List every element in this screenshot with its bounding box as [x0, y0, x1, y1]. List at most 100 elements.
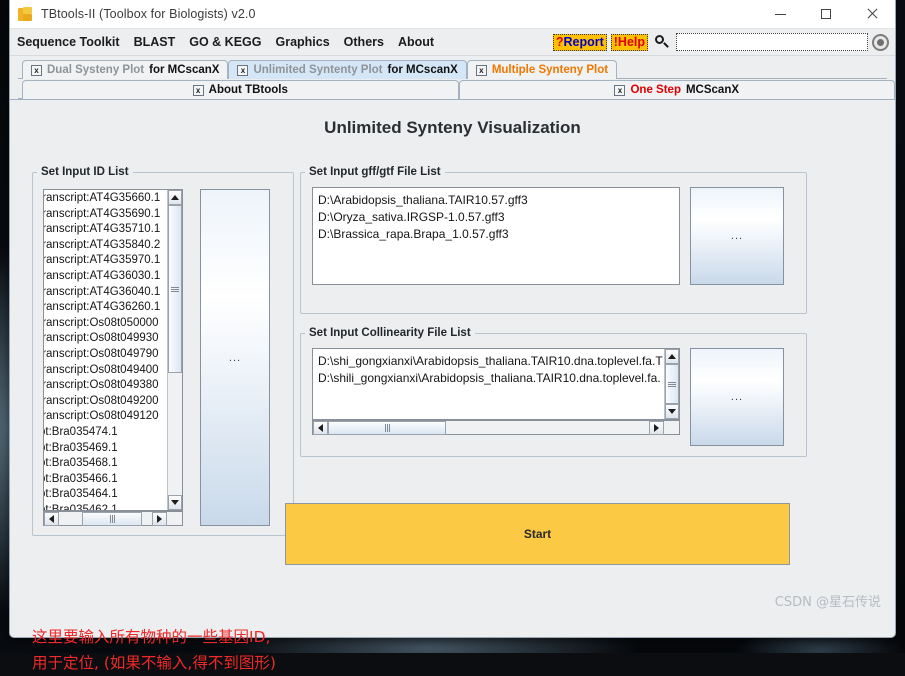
tab-label-suffix: for MCscanX	[388, 64, 458, 76]
report-button[interactable]: ?Report	[553, 34, 607, 51]
tbtools-logo-icon	[18, 7, 33, 22]
search-icon[interactable]	[654, 34, 670, 50]
tab-row-primary: x Dual Systeny Plot for MCscanX x Unlimi…	[10, 59, 895, 79]
id-list-box[interactable]: transcript:AT4G35660.1 transcript:AT4G35…	[43, 189, 183, 511]
list-item[interactable]: transcript:AT4G35690.1	[43, 207, 182, 223]
tab-label-primary: One Step	[630, 84, 680, 96]
menu-item-go-kegg[interactable]: GO & KEGG	[182, 29, 268, 55]
scrollbar-thumb[interactable]	[82, 512, 142, 526]
scroll-up-arrow-icon[interactable]	[168, 190, 182, 205]
menu-item-others[interactable]: Others	[337, 29, 391, 55]
help-label: !Help	[614, 35, 645, 49]
group-legend-gff-list: Set Input gff/gtf File List	[305, 166, 445, 178]
tab-unlimited-synteny-plot[interactable]: x Unlimited Syntenty Plot for MCscanX	[228, 60, 466, 79]
scroll-left-arrow-icon[interactable]	[313, 421, 328, 435]
list-item[interactable]: transcript:AT4G36040.1	[43, 285, 182, 301]
watermark: CSDN @星石传说	[775, 591, 881, 610]
id-list-browse-button[interactable]: ...	[200, 189, 270, 526]
collinearity-file-list-rows: D:\shi_gongxianxi\Arabidopsis_thaliana.T…	[313, 349, 679, 387]
gff-file-list-rows: D:\Arabidopsis_thaliana.TAIR10.57.gff3 D…	[313, 188, 679, 243]
tab-row-secondary: x About TBtools x One Step MCScanX	[10, 79, 895, 99]
list-item[interactable]: pt:Bra035468.1	[43, 456, 182, 472]
id-list-horizontal-scrollbar[interactable]	[43, 511, 183, 526]
scroll-left-arrow-icon[interactable]	[44, 512, 59, 526]
menu-item-about[interactable]: About	[391, 29, 441, 55]
search-input[interactable]	[676, 33, 868, 51]
list-item[interactable]: pt:Bra035466.1	[43, 472, 182, 488]
list-item[interactable]: pt:Bra035462.1	[43, 503, 182, 511]
group-legend-id-list: Set Input ID List	[37, 166, 133, 178]
list-item[interactable]: transcript:AT4G35710.1	[43, 222, 182, 238]
help-button[interactable]: !Help	[611, 34, 648, 51]
collinearity-horizontal-scrollbar[interactable]	[312, 420, 680, 435]
menu-item-blast[interactable]: BLAST	[127, 29, 183, 55]
list-item[interactable]: pt:Bra035474.1	[43, 425, 182, 441]
page-title: Unlimited Synteny Visualization	[10, 100, 895, 138]
list-item[interactable]: D:\shi_gongxianxi\Arabidopsis_thaliana.T…	[318, 353, 679, 370]
id-list-rows: transcript:AT4G35660.1 transcript:AT4G35…	[43, 190, 182, 511]
list-item[interactable]: transcript:AT4G36030.1	[43, 269, 182, 285]
tab-label-suffix: for MCscanX	[149, 64, 219, 76]
title-bar: TBtools-II (Toolbox for Biologists) v2.0	[10, 0, 895, 29]
list-item[interactable]: pt:Bra035469.1	[43, 441, 182, 457]
tab-label-suffix: MCScanX	[686, 84, 739, 96]
window-title: TBtools-II (Toolbox for Biologists) v2.0	[41, 7, 256, 21]
scrollbar-thumb[interactable]	[665, 364, 679, 404]
scroll-right-arrow-icon[interactable]	[649, 421, 664, 435]
close-icon[interactable]: x	[237, 65, 248, 76]
tab-one-step-mcscanx[interactable]: x One Step MCScanX	[459, 80, 896, 99]
list-item[interactable]: transcript:Os08t049200	[43, 394, 182, 410]
annotation-line-2: 用于定位, (如果不输入,得不到图形)	[32, 650, 276, 676]
start-button[interactable]: Start	[285, 503, 790, 565]
close-icon[interactable]: x	[614, 85, 625, 96]
collinearity-file-list-textarea[interactable]: D:\shi_gongxianxi\Arabidopsis_thaliana.T…	[312, 348, 680, 420]
annotation-overlay: 这里要输入所有物种的一些基因ID, 用于定位, (如果不输入,得不到图形)	[32, 624, 276, 676]
tab-about-tbtools[interactable]: x About TBtools	[22, 80, 459, 99]
gff-file-list-textarea[interactable]: D:\Arabidopsis_thaliana.TAIR10.57.gff3 D…	[312, 187, 680, 285]
scrollbar-thumb[interactable]	[168, 205, 182, 373]
menu-item-sequence-toolkit[interactable]: Sequence Toolkit	[10, 29, 127, 55]
list-item[interactable]: transcript:AT4G35970.1	[43, 253, 182, 269]
scroll-up-arrow-icon[interactable]	[665, 349, 679, 364]
collinearity-list-browse-button[interactable]: ...	[690, 348, 784, 446]
tab-dual-synteny-plot[interactable]: x Dual Systeny Plot for MCscanX	[22, 60, 228, 79]
list-item[interactable]: D:\shili_gongxianxi\Arabidopsis_thaliana…	[318, 370, 679, 387]
scrollbar-thumb[interactable]	[328, 421, 446, 435]
list-item[interactable]: D:\Oryza_sativa.IRGSP-1.0.57.gff3	[318, 209, 679, 226]
close-icon[interactable]: x	[476, 65, 487, 76]
tab-label-primary: About TBtools	[209, 84, 288, 96]
tab-label-primary: Multiple Synteny Plot	[492, 64, 608, 76]
list-item[interactable]: D:\Arabidopsis_thaliana.TAIR10.57.gff3	[318, 192, 679, 209]
collinearity-vertical-scrollbar[interactable]	[664, 349, 679, 419]
list-item[interactable]: transcript:Os08t049930	[43, 331, 182, 347]
menu-item-graphics[interactable]: Graphics	[268, 29, 336, 55]
tab-multiple-synteny-plot[interactable]: x Multiple Synteny Plot	[467, 60, 617, 79]
list-item[interactable]: transcript:Os08t050000	[43, 316, 182, 332]
scroll-down-arrow-icon[interactable]	[168, 495, 182, 510]
list-item[interactable]: transcript:Os08t049120	[43, 409, 182, 425]
scroll-down-arrow-icon[interactable]	[665, 404, 679, 419]
gff-list-browse-button[interactable]: ...	[690, 187, 784, 285]
record-icon[interactable]	[872, 34, 889, 51]
list-item[interactable]: transcript:Os08t049400	[43, 363, 182, 379]
list-item[interactable]: transcript:Os08t049790	[43, 347, 182, 363]
tab-label-primary: Dual Systeny Plot	[47, 64, 144, 76]
list-item[interactable]: D:\Brassica_rapa.Brapa_1.0.57.gff3	[318, 226, 679, 243]
list-item[interactable]: transcript:Os08t049380	[43, 378, 182, 394]
close-icon[interactable]: x	[193, 85, 204, 96]
list-item[interactable]: pt:Bra035464.1	[43, 487, 182, 503]
list-item[interactable]: transcript:AT4G35660.1	[43, 191, 182, 207]
application-window: TBtools-II (Toolbox for Biologists) v2.0…	[9, 0, 896, 638]
report-label: Report	[563, 35, 603, 49]
close-icon[interactable]: x	[31, 65, 42, 76]
main-content: Unlimited Synteny Visualization Set Inpu…	[10, 99, 895, 618]
scroll-right-arrow-icon[interactable]	[152, 512, 167, 526]
id-list-vertical-scrollbar[interactable]	[167, 190, 182, 510]
close-button[interactable]	[849, 0, 895, 28]
minimize-button[interactable]	[757, 0, 803, 28]
list-item[interactable]: transcript:AT4G36260.1	[43, 300, 182, 316]
tab-label-primary: Unlimited Syntenty Plot	[253, 64, 382, 76]
maximize-button[interactable]	[803, 0, 849, 28]
list-item[interactable]: transcript:AT4G35840.2	[43, 238, 182, 254]
group-legend-collinearity-list: Set Input Collinearity File List	[305, 327, 475, 339]
